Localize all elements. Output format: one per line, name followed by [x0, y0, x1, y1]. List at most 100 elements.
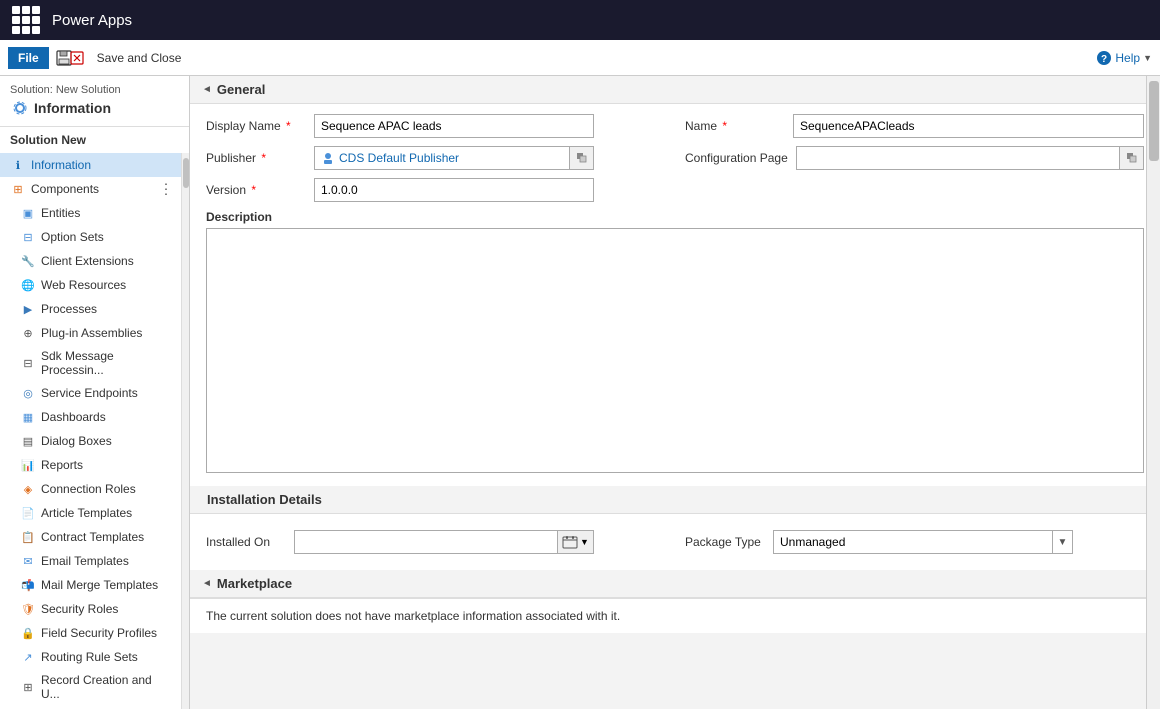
solution-label: Solution: New Solution: [10, 84, 179, 96]
sidebar-item-entities[interactable]: ▣ Entities: [0, 201, 181, 225]
solution-title: Information: [34, 100, 111, 116]
date-picker-button[interactable]: ▼: [558, 530, 594, 554]
sidebar-item-field[interactable]: 🔒 Field Security Profiles: [0, 621, 181, 645]
content-area: ◄ General Display Name * Name: [190, 76, 1160, 709]
installed-on-group: Installed On ▼: [206, 530, 665, 554]
sidebar-item-slas[interactable]: ⊟ SLAs: [0, 705, 181, 709]
version-input[interactable]: [314, 178, 594, 202]
sidebar-scrollbar[interactable]: [181, 153, 189, 709]
package-type-group: Package Type Unmanaged ▼: [685, 530, 1144, 554]
sidebar-item-email[interactable]: ✉ Email Templates: [0, 549, 181, 573]
sidebar-item-plugin[interactable]: ⊕ Plug-in Assemblies: [0, 321, 181, 345]
version-required: *: [251, 183, 256, 197]
help-button[interactable]: ? Help ▼: [1096, 50, 1152, 66]
app-grid-icon[interactable]: [12, 6, 40, 34]
top-bar: Power Apps: [0, 0, 1160, 40]
installation-section-header[interactable]: Installation Details: [190, 486, 1160, 514]
contract-icon: 📋: [20, 529, 36, 545]
service-icon: ◎: [20, 385, 36, 401]
publisher-label: Publisher *: [206, 151, 306, 165]
package-type-select[interactable]: Unmanaged ▼: [773, 530, 1073, 554]
app-title: Power Apps: [52, 12, 132, 29]
components-dots-icon[interactable]: ⋮: [159, 181, 173, 198]
solution-icon: [10, 98, 30, 118]
name-label: Name *: [685, 119, 785, 133]
publisher-lookup-button[interactable]: [570, 146, 594, 170]
components-icon: ⊞: [10, 181, 26, 197]
svg-text:?: ?: [1101, 54, 1107, 65]
security-icon: 🛡: [20, 601, 36, 617]
solution-header: Solution: New Solution Information: [0, 76, 189, 127]
config-lookup-button[interactable]: [1120, 146, 1144, 170]
sidebar-item-processes[interactable]: ▶ Processes: [0, 297, 181, 321]
installed-on-label: Installed On: [206, 535, 286, 549]
sidebar-item-dashboards[interactable]: ▦ Dashboards: [0, 405, 181, 429]
description-section: Description: [206, 210, 1144, 476]
client-ext-icon: 🔧: [20, 253, 36, 269]
display-name-label: Display Name *: [206, 119, 306, 133]
record-icon: ⊞: [20, 679, 36, 695]
sidebar-item-dialog[interactable]: ▤ Dialog Boxes: [0, 429, 181, 453]
sidebar-item-information[interactable]: ℹ Information: [0, 153, 181, 177]
marketplace-section-title: Marketplace: [217, 576, 292, 591]
dashboards-icon: ▦: [20, 409, 36, 425]
version-label: Version *: [206, 183, 306, 197]
marketplace-section-header[interactable]: ◄ Marketplace: [190, 570, 1160, 598]
sidebar-item-security[interactable]: 🛡 Security Roles: [0, 597, 181, 621]
sidebar-item-contract[interactable]: 📋 Contract Templates: [0, 525, 181, 549]
general-form: Display Name * Name *: [190, 104, 1160, 486]
information-icon: ℹ: [10, 157, 26, 173]
sidebar-item-components[interactable]: ⊞ Components ⋮: [0, 177, 181, 201]
sidebar-item-mail[interactable]: 📬 Mail Merge Templates: [0, 573, 181, 597]
solution-name: Solution New: [0, 127, 189, 153]
installation-section-title: Installation Details: [207, 492, 322, 507]
marketplace-collapse-icon: ◄: [202, 578, 212, 589]
package-type-label: Package Type: [685, 535, 765, 549]
sidebar-item-option-sets[interactable]: ⊟ Option Sets: [0, 225, 181, 249]
publisher-icon: [321, 151, 335, 165]
publisher-link[interactable]: CDS Default Publisher: [339, 151, 459, 165]
version-group: Version *: [206, 178, 1144, 202]
sidebar-item-article[interactable]: 📄 Article Templates: [0, 501, 181, 525]
version-row: Version *: [206, 178, 1144, 202]
routing-icon: ↗: [20, 649, 36, 665]
display-name-group: Display Name *: [206, 114, 665, 138]
sidebar-item-sdk[interactable]: ⊟ Sdk Message Processin...: [0, 345, 181, 381]
sidebar-item-record[interactable]: ⊞ Record Creation and U...: [0, 669, 181, 705]
installation-row: Installed On ▼: [206, 524, 1144, 560]
sdk-icon: ⊟: [20, 355, 36, 371]
display-name-row: Display Name * Name *: [206, 114, 1144, 138]
marketplace-text: The current solution does not have marke…: [190, 598, 1160, 633]
general-section-header[interactable]: ◄ General: [190, 76, 1160, 104]
config-lookup-icon: [1126, 152, 1138, 164]
content-inner: ◄ General Display Name * Name: [190, 76, 1160, 633]
display-name-input[interactable]: [314, 114, 594, 138]
file-button[interactable]: File: [8, 47, 49, 69]
main-layout: Solution: New Solution Information Solut…: [0, 76, 1160, 709]
config-page-input[interactable]: [796, 146, 1120, 170]
help-chevron-icon: ▼: [1143, 53, 1152, 63]
name-group: Name *: [685, 114, 1144, 138]
sidebar-item-routing[interactable]: ↗ Routing Rule Sets: [0, 645, 181, 669]
sidebar-scroll: ℹ Information ⊞ Components ⋮ ▣ Entities …: [0, 153, 189, 709]
sidebar-item-service[interactable]: ◎ Service Endpoints: [0, 381, 181, 405]
package-chevron-icon: ▼: [1052, 530, 1072, 554]
entities-icon: ▣: [20, 205, 36, 221]
description-textarea[interactable]: [206, 228, 1144, 473]
general-section-title: General: [217, 82, 265, 97]
installed-on-input[interactable]: [294, 530, 558, 554]
content-scrollbar[interactable]: [1146, 76, 1160, 709]
save-and-close-button[interactable]: Save and Close: [91, 51, 188, 65]
sidebar-item-reports[interactable]: 📊 Reports: [0, 453, 181, 477]
field-icon: 🔒: [20, 625, 36, 641]
sidebar-item-connection[interactable]: ◈ Connection Roles: [0, 477, 181, 501]
sidebar-item-client-extensions[interactable]: 🔧 Client Extensions: [0, 249, 181, 273]
lookup-icon: [576, 152, 588, 164]
name-input[interactable]: [793, 114, 1144, 138]
general-collapse-icon: ◄: [202, 84, 212, 95]
reports-icon: 📊: [20, 457, 36, 473]
name-required: *: [722, 119, 727, 133]
publisher-input-box[interactable]: CDS Default Publisher: [314, 146, 570, 170]
dialog-icon: ▤: [20, 433, 36, 449]
sidebar-item-web-resources[interactable]: 🌐 Web Resources: [0, 273, 181, 297]
